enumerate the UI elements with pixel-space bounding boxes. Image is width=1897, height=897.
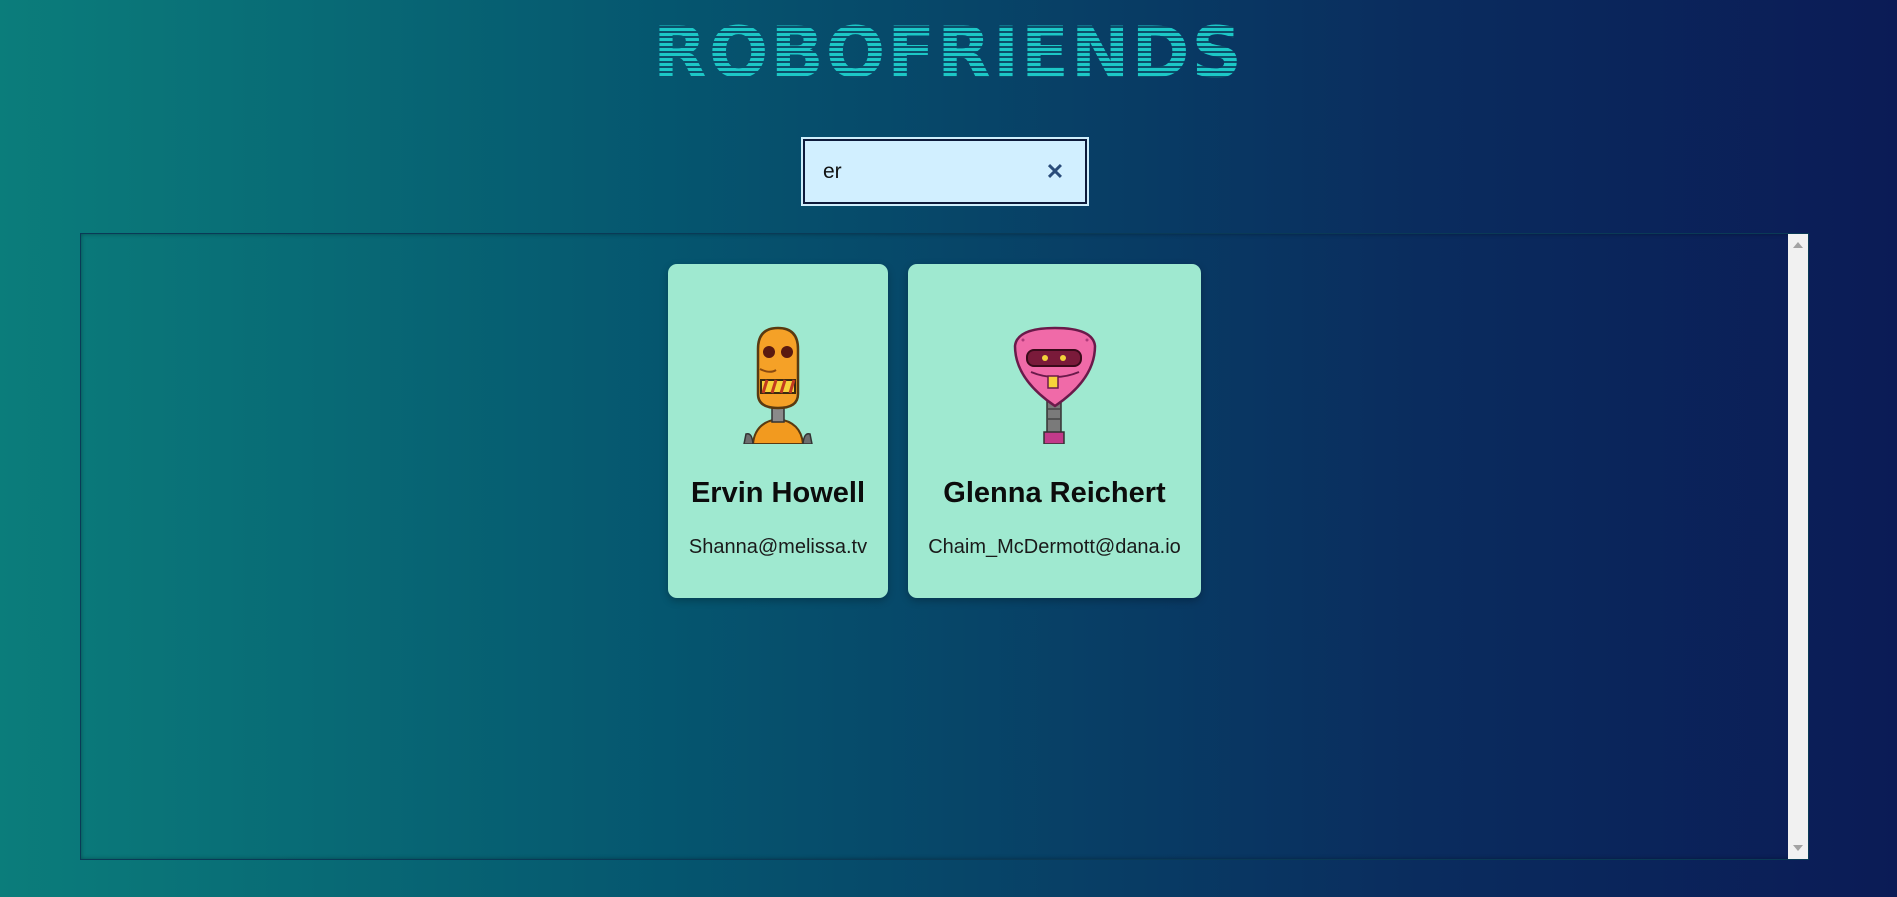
orange-robot-avatar bbox=[743, 326, 813, 444]
robot-card[interactable]: Ervin Howell Shanna@melissa.tv bbox=[668, 264, 888, 598]
search-box[interactable]: ✕ bbox=[801, 137, 1089, 206]
app-title: ROBOFRIENDS bbox=[0, 18, 1897, 88]
scroll-up-icon[interactable] bbox=[1793, 242, 1803, 248]
card-name: Ervin Howell bbox=[690, 477, 866, 509]
scroll-down-icon[interactable] bbox=[1793, 845, 1803, 851]
close-icon[interactable]: ✕ bbox=[1043, 158, 1067, 186]
pink-robot-avatar bbox=[1013, 326, 1096, 444]
card-email: Chaim_McDermott@dana.io bbox=[928, 536, 1181, 558]
search-input[interactable] bbox=[805, 141, 1045, 202]
robot-card[interactable]: Glenna Reichert Chaim_McDermott@dana.io bbox=[908, 264, 1201, 598]
card-email: Shanna@melissa.tv bbox=[688, 536, 868, 558]
card-list-panel[interactable]: Ervin Howell Shanna@melissa.tv Glenna Re… bbox=[80, 233, 1809, 860]
vertical-scrollbar[interactable] bbox=[1788, 234, 1808, 859]
card-name: Glenna Reichert bbox=[943, 477, 1166, 509]
